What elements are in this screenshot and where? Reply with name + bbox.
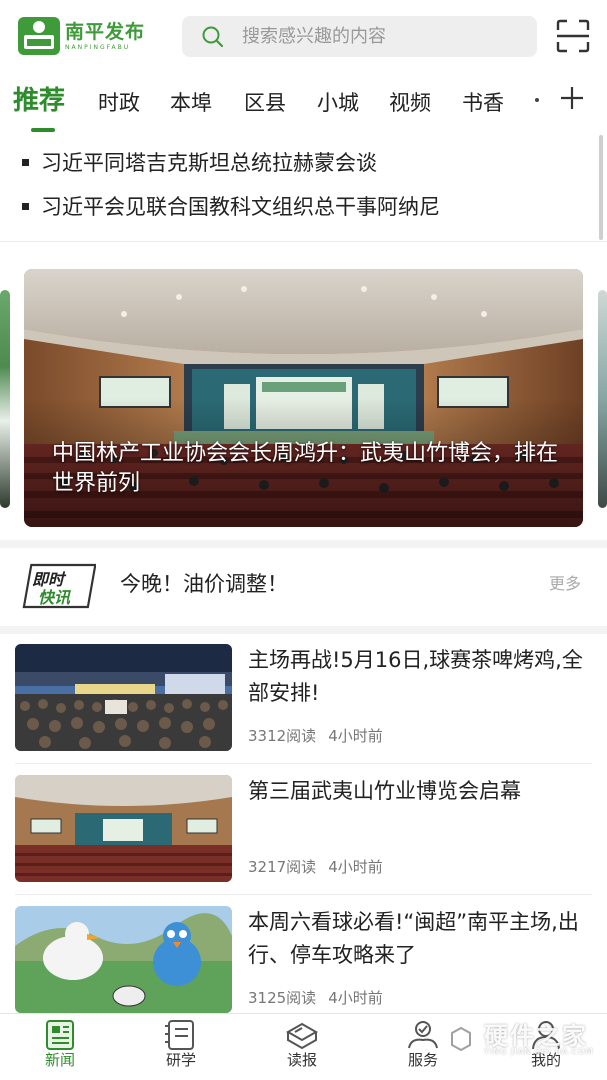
scrollbar[interactable] xyxy=(599,135,603,240)
news-time: 4小时前 xyxy=(328,989,383,1007)
logo-mark-icon xyxy=(18,17,60,55)
headline-item[interactable]: 习近平会见联合国教科文组织总干事阿纳尼 xyxy=(22,194,440,220)
flash-news-bar[interactable]: 即时 快讯 今晚！油价调整！ 更多 xyxy=(0,548,607,626)
logo-subtitle: NANPINGFABU xyxy=(65,43,131,51)
divider xyxy=(0,241,607,242)
active-tab-indicator xyxy=(31,128,55,132)
scan-icon[interactable] xyxy=(556,19,590,53)
nav-read-paper[interactable]: 读报 xyxy=(262,1014,342,1080)
app-header: 南平发布 NANPINGFABU 搜索感兴趣的内容 xyxy=(0,0,607,72)
news-title: 本周六看球必看!“闽超”南平主场,出行、停车攻略来了 xyxy=(248,910,579,967)
flash-news-text: 今晚！油价调整！ xyxy=(120,572,288,596)
news-meta: 3125阅读 4小时前 xyxy=(248,988,395,1008)
news-item[interactable]: 主场再战!5月16日,球赛茶啤烤鸡,全部安排! 3312阅读 4小时前 xyxy=(0,644,607,774)
notebook-icon xyxy=(165,1020,194,1050)
svg-text:即时: 即时 xyxy=(32,570,67,589)
carousel-prev-card[interactable] xyxy=(0,290,10,508)
logo-name: 南平发布 xyxy=(65,20,146,43)
tab-video[interactable]: 视频 xyxy=(389,90,431,116)
news-time: 4小时前 xyxy=(328,727,383,745)
watermark-subtext: YING JIAN ZHI JIA.COM xyxy=(484,1047,594,1056)
news-meta: 3312阅读 4小时前 xyxy=(248,726,395,746)
divider xyxy=(15,763,592,764)
news-thumbnail xyxy=(15,775,232,882)
tab-more-dot xyxy=(535,98,539,102)
news-thumbnail xyxy=(15,644,232,751)
news-time: 4小时前 xyxy=(328,858,383,876)
nav-label: 新闻 xyxy=(44,1051,75,1069)
bullet-icon xyxy=(22,158,29,166)
section-gap xyxy=(0,540,607,548)
news-title: 主场再战!5月16日,球赛茶啤烤鸡,全部安排! xyxy=(248,648,583,705)
news-reads: 3312阅读 xyxy=(248,727,317,745)
channel-tabs: 推荐 时政 本埠 区县 小城 视频 书香 xyxy=(0,76,607,134)
svg-text:快讯: 快讯 xyxy=(38,588,72,607)
search-icon xyxy=(202,26,223,47)
carousel-main-card[interactable]: 中国林产工业协会会长周鸿升：武夷山竹博会，排在世界前列 xyxy=(24,269,583,527)
headline-text: 习近平会见联合国教科文组织总干事阿纳尼 xyxy=(41,195,440,219)
news-title: 第三届武夷山竹业博览会启幕 xyxy=(248,779,521,803)
newspaper-icon xyxy=(46,1020,74,1050)
section-gap xyxy=(0,626,607,634)
watermark-logo-icon xyxy=(441,1016,481,1062)
nav-label: 读报 xyxy=(286,1051,317,1069)
nav-label: 研学 xyxy=(165,1051,196,1069)
app-logo: 南平发布 NANPINGFABU xyxy=(18,17,145,55)
watermark-text: 硬件之家 xyxy=(484,1022,588,1050)
nav-news[interactable]: 新闻 xyxy=(20,1014,100,1080)
add-channel-icon[interactable] xyxy=(560,86,584,110)
news-meta: 3217阅读 4小时前 xyxy=(248,857,395,877)
nav-study[interactable]: 研学 xyxy=(141,1014,221,1080)
search-bar[interactable]: 搜索感兴趣的内容 xyxy=(182,16,537,57)
divider xyxy=(15,894,592,895)
tab-town[interactable]: 小城 xyxy=(317,90,359,116)
tab-districts[interactable]: 区县 xyxy=(244,90,286,116)
tab-politics[interactable]: 时政 xyxy=(98,90,140,116)
watermark: 硬件之家 YING JIAN ZHI JIA.COM xyxy=(436,1010,607,1080)
flash-more-link[interactable]: 更多 xyxy=(549,574,581,594)
bullet-icon xyxy=(22,202,29,210)
flash-news-logo-icon: 即时 快讯 xyxy=(22,563,96,609)
carousel-title: 中国林产工业协会会长周鸿升：武夷山竹博会，排在世界前列 xyxy=(52,441,559,496)
tab-local[interactable]: 本埠 xyxy=(170,90,212,116)
tab-books[interactable]: 书香 xyxy=(462,90,504,116)
news-item[interactable]: 第三届武夷山竹业博览会启幕 3217阅读 4小时前 xyxy=(0,775,607,905)
headline-text: 习近平同塔吉克斯坦总统拉赫蒙会谈 xyxy=(41,151,377,175)
search-placeholder: 搜索感兴趣的内容 xyxy=(242,26,386,47)
news-reads: 3125阅读 xyxy=(248,989,317,1007)
news-reads: 3217阅读 xyxy=(248,858,317,876)
paper-icon xyxy=(285,1022,319,1050)
tab-recommend[interactable]: 推荐 xyxy=(13,86,65,116)
headline-item[interactable]: 习近平同塔吉克斯坦总统拉赫蒙会谈 xyxy=(22,150,377,176)
news-thumbnail xyxy=(15,906,232,1013)
carousel-next-card[interactable] xyxy=(598,290,607,508)
